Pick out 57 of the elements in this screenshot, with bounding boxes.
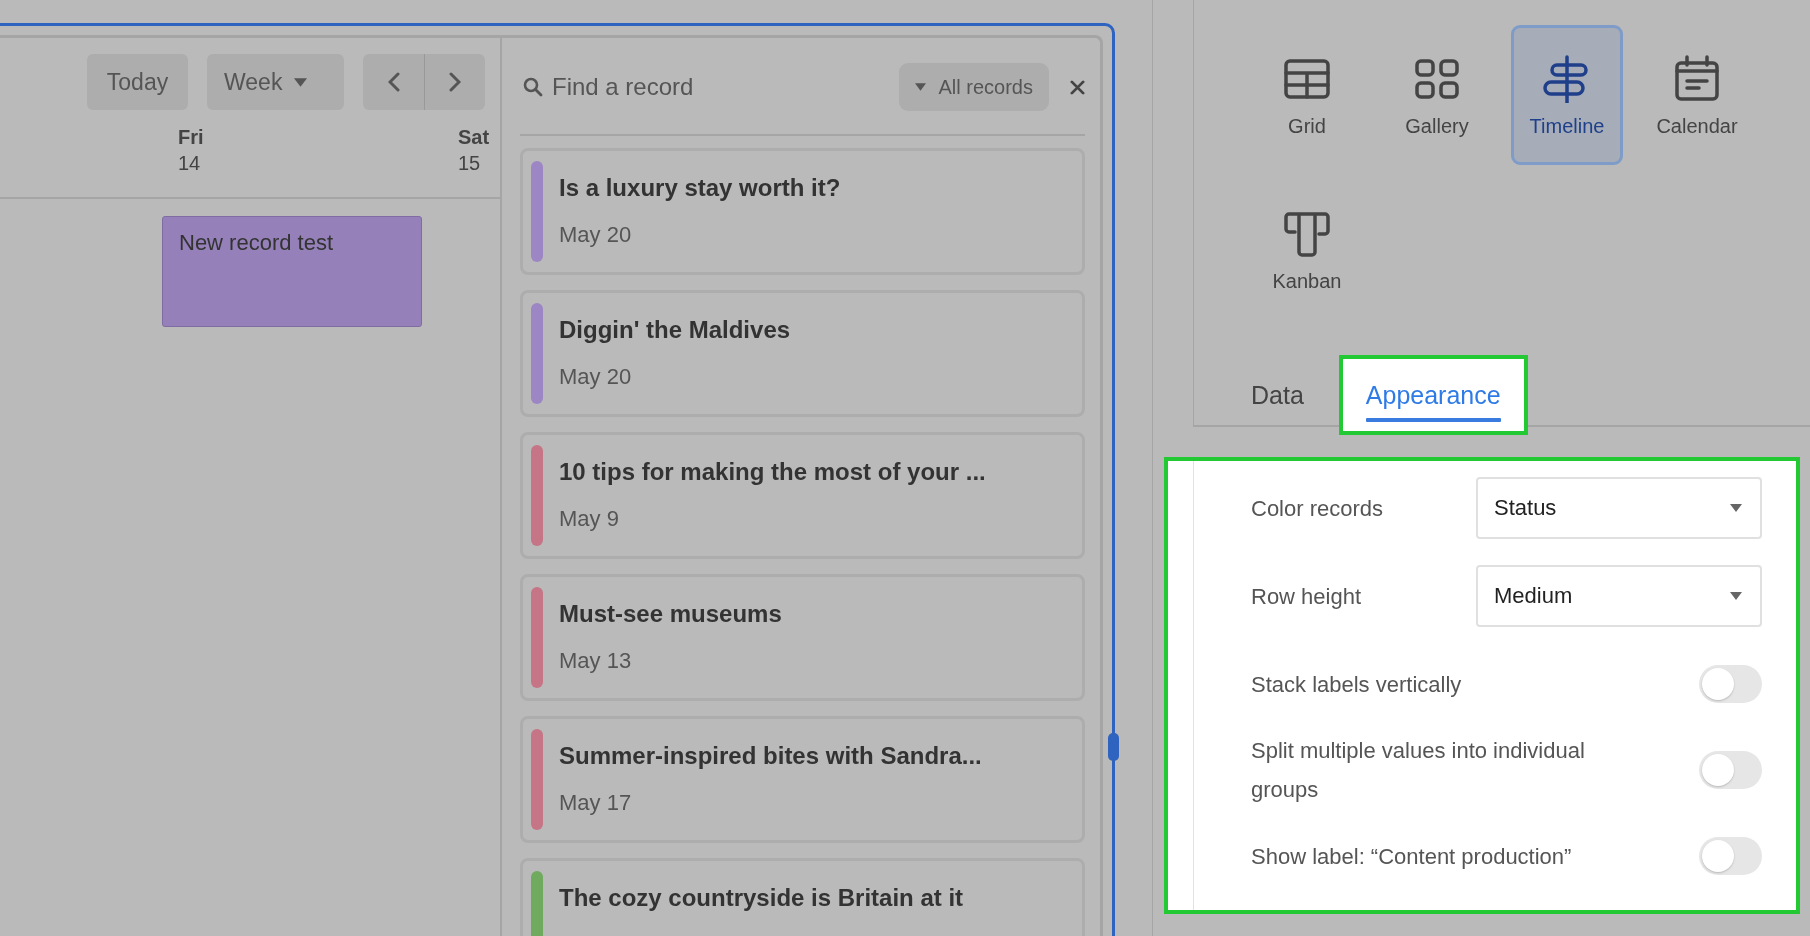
- record-title: Is a luxury stay worth it?: [559, 174, 841, 202]
- today-button[interactable]: Today: [87, 54, 188, 110]
- record-card[interactable]: Diggin' the Maldives May 20: [520, 290, 1085, 417]
- record-card[interactable]: Is a luxury stay worth it? May 20: [520, 148, 1085, 275]
- caret-icon: [914, 83, 926, 91]
- record-card[interactable]: 10 tips for making the most of your ... May 9: [520, 432, 1085, 559]
- search-icon: [523, 77, 543, 97]
- record-date: May 20: [559, 364, 633, 390]
- toggle-switch[interactable]: [1699, 837, 1762, 875]
- calendar-icon: [1673, 55, 1721, 103]
- toggle-switch[interactable]: [1699, 751, 1762, 789]
- caret-icon: [294, 77, 308, 87]
- resize-handle[interactable]: [1108, 733, 1119, 761]
- view-option[interactable]: Timeline: [1511, 25, 1623, 165]
- day-date: 15: [458, 151, 482, 176]
- day-name: Fri: [178, 125, 205, 150]
- record-date: May 20: [559, 222, 633, 248]
- view-option[interactable]: Calendar: [1641, 25, 1753, 165]
- record-title: Must-see museums: [559, 600, 782, 628]
- record-title: 10 tips for making the most of your ...: [559, 458, 986, 486]
- search-field[interactable]: Find a record: [552, 73, 899, 101]
- record-date: May 17: [559, 790, 633, 816]
- chevron-right-icon: [449, 72, 461, 92]
- setting-label: Stack labels vertically: [1251, 670, 1462, 699]
- range-dropdown[interactable]: Week: [207, 54, 344, 110]
- filter-dropdown[interactable]: All records: [898, 63, 1049, 111]
- chevron-left-icon: [387, 72, 400, 92]
- record-date: May 9: [559, 506, 620, 532]
- caret-icon: [1730, 504, 1742, 512]
- record-title: The cozy countryside is Britain at it: [559, 884, 964, 912]
- view-option[interactable]: Gallery: [1381, 25, 1493, 165]
- caret-icon: [1730, 592, 1742, 600]
- record-title: Summer-inspired bites with Sandra...: [559, 742, 982, 770]
- select-dropdown[interactable]: Status: [1476, 477, 1762, 539]
- previous-button[interactable]: [363, 54, 424, 110]
- select-dropdown[interactable]: Medium: [1476, 565, 1762, 627]
- day-date: 14: [178, 151, 202, 176]
- timeline-icon: [1543, 55, 1591, 103]
- setting-label: Show label: “Content production”: [1251, 842, 1572, 871]
- close-icon[interactable]: [1070, 79, 1085, 95]
- setting-label: Split multiple values into individual groups: [1251, 737, 1586, 804]
- toggle-switch[interactable]: [1699, 665, 1762, 703]
- record-card[interactable]: The cozy countryside is Britain at it: [520, 858, 1085, 936]
- record-date: May 13: [559, 648, 633, 674]
- event-block[interactable]: New record test: [162, 216, 422, 327]
- tab[interactable]: Appearance: [1338, 355, 1528, 435]
- record-card[interactable]: Summer-inspired bites with Sandra... May 17: [520, 716, 1085, 843]
- record-card[interactable]: Must-see museums May 13: [520, 574, 1085, 701]
- view-option[interactable]: Kanban: [1251, 180, 1363, 320]
- tab[interactable]: Data: [1224, 355, 1331, 435]
- view-option[interactable]: Grid: [1251, 25, 1363, 165]
- day-name: Sat: [458, 125, 491, 150]
- setting-label: Color records: [1251, 494, 1384, 523]
- next-button[interactable]: [424, 54, 485, 110]
- record-title: Diggin' the Maldives: [559, 316, 791, 344]
- setting-label: Row height: [1251, 582, 1362, 611]
- kanban-icon: [1283, 210, 1331, 258]
